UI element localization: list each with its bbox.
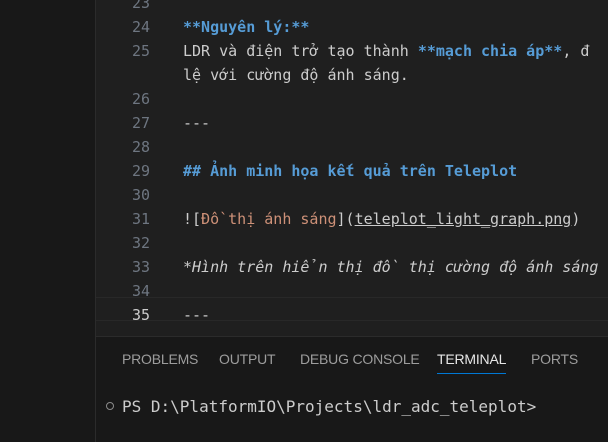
- line-number: [96, 63, 150, 87]
- code-line[interactable]: *Hình trên hiển thị đồ thị cường độ ánh …: [183, 255, 598, 279]
- line-number: 28: [131, 138, 150, 156]
- line-number: 33: [131, 258, 150, 276]
- code-token: ): [571, 210, 581, 228]
- line-number: 23: [131, 0, 150, 12]
- code-token: ## Ảnh minh họa kết quả trên Teleplot: [183, 162, 518, 180]
- tab-debug-console[interactable]: DEBUG CONSOLE: [300, 351, 420, 367]
- line-number: 31: [131, 210, 150, 228]
- code-line[interactable]: ## Ảnh minh họa kết quả trên Teleplot: [183, 159, 517, 183]
- panel-tabs: PROBLEMS OUTPUT DEBUG CONSOLE TERMINAL P…: [96, 337, 608, 381]
- line-number: 29: [131, 162, 150, 180]
- code-line[interactable]: **Nguyên lý:**: [183, 15, 309, 39]
- code-token: lệ với cường độ ánh sáng.: [183, 66, 409, 84]
- code-token: ---: [183, 306, 211, 324]
- code-line[interactable]: ---: [183, 111, 210, 135]
- tab-ports[interactable]: PORTS: [531, 351, 578, 367]
- line-number: 25: [131, 42, 150, 60]
- terminal-status-circle-icon: [106, 402, 114, 410]
- code-line[interactable]: LDR và điện trở tạo thành **mạch chia áp…: [183, 39, 589, 63]
- code-token: teleplot_light_graph.png: [354, 210, 572, 228]
- code-token: Đồ thị ánh sáng: [201, 210, 337, 228]
- code-token: ---: [183, 114, 211, 132]
- current-line-highlight: [96, 297, 608, 321]
- tab-output[interactable]: OUTPUT: [219, 351, 276, 367]
- code-token: **Nguyên lý:**: [183, 18, 310, 36]
- code-token: *Hình trên hiển thị đồ thị cường độ ánh …: [183, 258, 599, 276]
- code-token: **mạch chia áp**: [417, 42, 563, 60]
- line-number: 35: [131, 306, 150, 324]
- editor[interactable]: 23 24 **Nguyên lý:** 25 LDR và điện trở tạo …: [96, 0, 608, 336]
- activity-bar: [0, 0, 96, 442]
- code-line[interactable]: lệ với cường độ ánh sáng.: [183, 63, 409, 87]
- code-token: LDR và điện trở tạo thành: [183, 42, 418, 60]
- line-number: 32: [131, 234, 150, 252]
- code-token: ![: [183, 210, 202, 228]
- code-token: , đ: [562, 42, 590, 60]
- terminal-prompt[interactable]: PS D:\PlatformIO\Projects\ldr_adc_telepl…: [122, 397, 536, 416]
- bottom-panel: PROBLEMS OUTPUT DEBUG CONSOLE TERMINAL P…: [96, 336, 608, 442]
- line-number: 34: [131, 282, 150, 300]
- line-number: 27: [131, 114, 150, 132]
- tab-problems[interactable]: PROBLEMS: [122, 351, 198, 367]
- code-line[interactable]: ---: [183, 303, 210, 327]
- code-line[interactable]: ![Đồ thị ánh sáng](teleplot_light_graph.…: [183, 207, 580, 231]
- tab-terminal[interactable]: TERMINAL: [437, 351, 506, 374]
- code-token: ](: [336, 210, 355, 228]
- line-number: 26: [131, 90, 150, 108]
- line-number: 24: [131, 18, 150, 36]
- line-number: 30: [131, 186, 150, 204]
